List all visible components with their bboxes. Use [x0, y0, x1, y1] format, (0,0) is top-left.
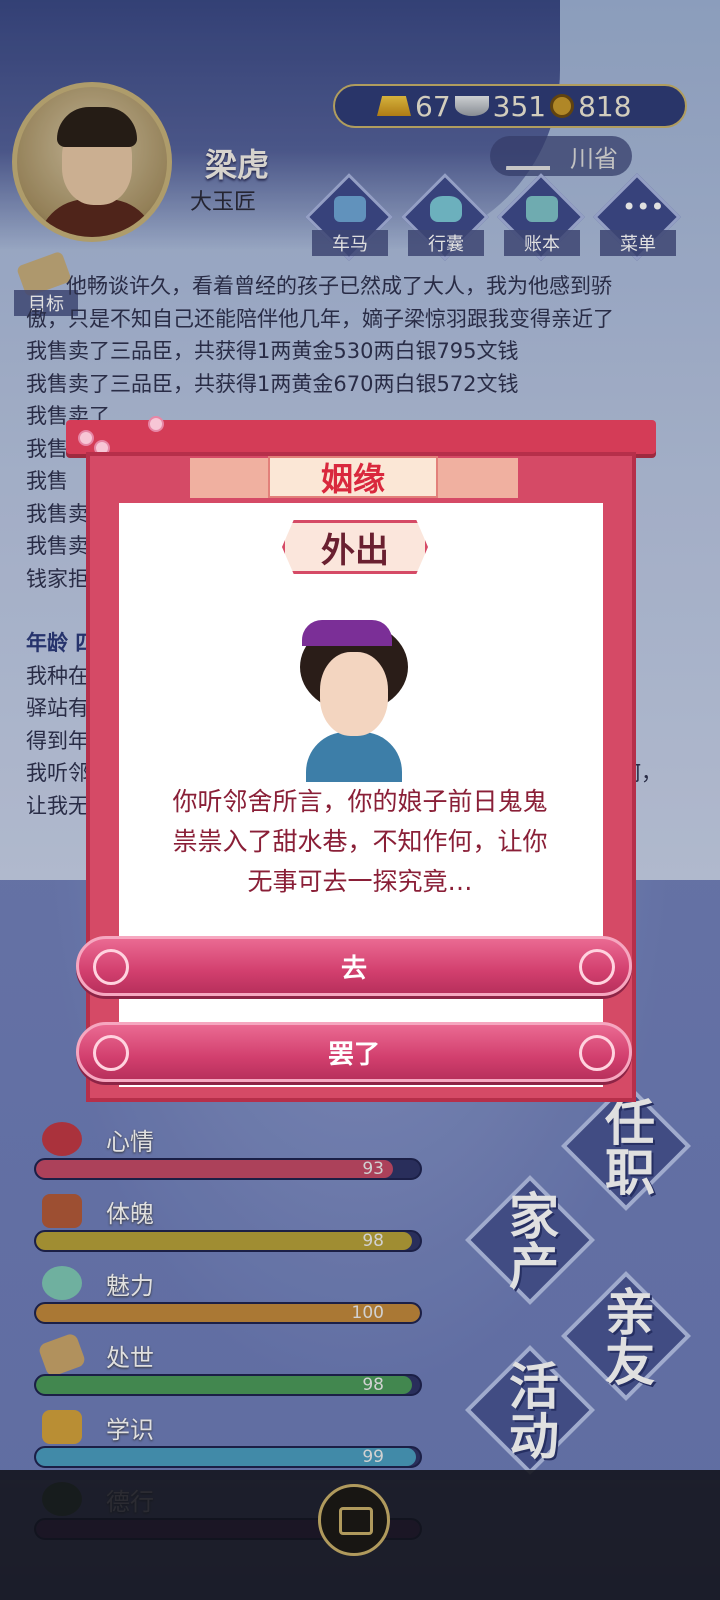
- plum-blossom-decoration: [70, 400, 190, 460]
- swirl-ornament-icon: [93, 949, 129, 985]
- dialog-category: 姻缘: [268, 456, 438, 498]
- wife-portrait: [296, 612, 414, 782]
- event-line: 祟祟入了甜水巷，不知作何，让你: [172, 827, 548, 856]
- go-label: 去: [340, 953, 367, 984]
- swirl-ornament-icon: [579, 1035, 615, 1071]
- event-title: 外出: [282, 520, 428, 574]
- swirl-ornament-icon: [93, 1035, 129, 1071]
- npc-robe: [306, 732, 402, 782]
- decline-label: 罢了: [327, 1039, 380, 1070]
- event-description: 你听邻舍所言，你的娘子前日鬼鬼 祟祟入了甜水巷，不知作何，让你 无事可去一探究竟…: [130, 782, 590, 902]
- event-line: 你听邻舍所言，你的娘子前日鬼鬼: [172, 787, 548, 816]
- swirl-ornament-icon: [579, 949, 615, 985]
- blossom-petal: [148, 416, 164, 432]
- blossom-petal: [78, 430, 94, 446]
- event-line: 无事可去一探究竟…: [247, 867, 473, 896]
- go-button[interactable]: 去: [76, 936, 632, 996]
- npc-face: [320, 652, 388, 736]
- decline-button[interactable]: 罢了: [76, 1022, 632, 1082]
- npc-headband: [302, 620, 392, 646]
